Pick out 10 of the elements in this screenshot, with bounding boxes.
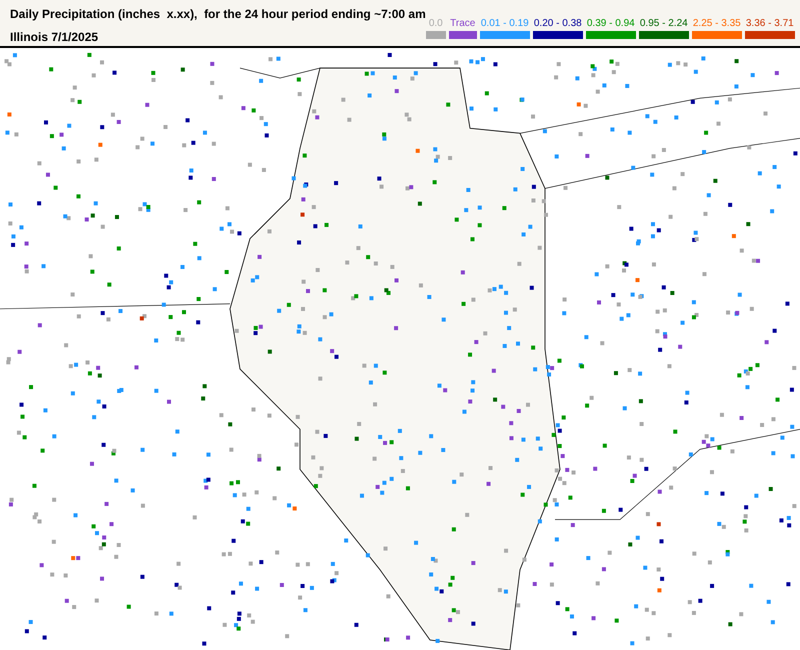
map-title: Daily Precipitation (inches x.xx), for the 24 hour period ending ~7:00 am bbox=[10, 6, 426, 23]
map-subtitle: Illinois 7/1/2025 bbox=[10, 29, 100, 46]
legend-label: 2.25 - 3.35 bbox=[692, 18, 741, 30]
legend-label: 3.36 - 3.71 bbox=[746, 18, 794, 30]
legend-label: 0.01 - 0.19 bbox=[480, 18, 529, 30]
legend-label: 0.0 bbox=[428, 18, 443, 30]
legend-label: Trace bbox=[450, 18, 476, 30]
legend-label: 0.39 - 0.94 bbox=[586, 18, 635, 30]
legend-label: 0.20 - 0.38 bbox=[534, 18, 582, 30]
legend-label: 0.95 - 2.24 bbox=[640, 18, 688, 30]
